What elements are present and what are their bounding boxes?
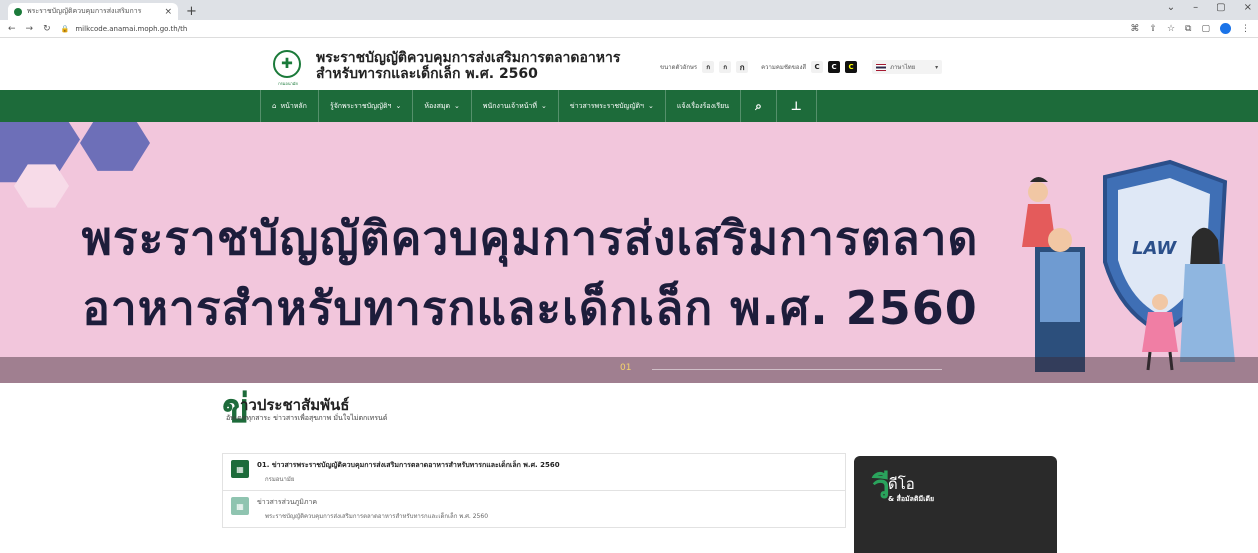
news-item-title: 01. ข่าวสารพระราชบัญญัติควบคุมการส่งเสริ… <box>257 461 560 469</box>
forward-icon[interactable]: → <box>26 24 34 34</box>
nav-officers[interactable]: พนักงานเจ้าหน้าที่ ⌄ <box>472 90 559 122</box>
share-icon[interactable]: ⇪ <box>1149 24 1157 34</box>
contrast-yellow-button[interactable]: C <box>845 61 858 73</box>
reload-icon[interactable]: ↻ <box>43 24 51 34</box>
video-media-panel[interactable]: วี ดีโอ & สื่อมัลติมีเดีย <box>854 456 1057 553</box>
search-icon[interactable]: ⌕ <box>741 90 777 122</box>
tab-close-icon[interactable]: × <box>164 7 172 17</box>
nav-home[interactable]: ⌂ หน้าหลัก <box>260 90 319 122</box>
accessibility-tools: ขนาดตัวอักษร ก ก ก ความคมชัดของสี C C C … <box>660 60 943 74</box>
site-title-line2: สำหรับทารกและเด็กเล็ก พ.ศ. 2560 <box>316 66 538 82</box>
font-size-small-button[interactable]: ก <box>702 61 715 73</box>
content-area: ข่ าวประชาสัมพันธ์ อัพเดททุกสาระ ข่าวสาร… <box>0 383 1258 553</box>
news-item-title: ข่าวสารส่วนภูมิภาค <box>257 498 318 506</box>
nav-complaint[interactable]: แจ้งเรื่องร้องเรียน <box>666 90 742 122</box>
nav-officers-label: พนักงานเจ้าหน้าที่ <box>482 101 538 110</box>
video-title: ดีโอ <box>888 475 915 493</box>
video-subtitle: & สื่อมัลติมีเดีย <box>888 495 935 503</box>
browser-tab[interactable]: พระราชบัญญัติควบคุมการส่งเสริมการ × <box>8 3 178 20</box>
nav-act-news[interactable]: ข่าวสารพระราชบัญญัติฯ ⌄ <box>559 90 666 122</box>
font-size-label: ขนาดตัวอักษร <box>660 64 698 71</box>
nav-home-label: หน้าหลัก <box>280 101 307 110</box>
url-text: milkcode.anamai.moph.go.th/th <box>75 24 188 33</box>
chevron-down-icon: ⌄ <box>395 102 402 110</box>
minimize-icon[interactable]: – <box>1193 2 1198 13</box>
family-law-illustration: LAW <box>1022 159 1235 372</box>
bookmark-star-icon[interactable]: ☆ <box>1167 24 1175 34</box>
back-icon[interactable]: ← <box>8 24 16 34</box>
browser-actions: ⌘ ⇪ ☆ ⧉ ▢ ⋮ <box>1130 23 1250 34</box>
url-field[interactable]: 🔒 milkcode.anamai.moph.go.th/th <box>61 25 1121 33</box>
building-icon: ▦ <box>231 460 249 478</box>
nav-act-news-label: ข่าวสารพระราชบัญญัติฯ <box>569 101 644 110</box>
hexagon-decoration <box>80 122 150 171</box>
news-subtitle: อัพเดททุกสาระ ข่าวสารเพื่อสุขภาพ มั่นใจไ… <box>226 414 388 422</box>
news-item[interactable]: ▦ 01. ข่าวสารพระราชบัญญัติควบคุมการส่งเส… <box>222 453 846 491</box>
main-nav: ⌂ หน้าหลัก รู้จักพระราชบัญญัติฯ ⌄ ห้องสม… <box>0 90 1258 122</box>
news-item[interactable]: ▦ ข่าวสารส่วนภูมิภาค พระราชบัญญัติควบคุม… <box>222 491 846 528</box>
menu-icon[interactable]: ⋮ <box>1241 24 1250 34</box>
close-window-icon[interactable]: × <box>1244 2 1252 13</box>
site-header: ✚ กรมอนามัย พระราชบัญญัติควบคุมการส่งเสร… <box>0 38 1258 90</box>
browser-tab-bar: พระราชบัญญัติควบคุมการส่งเสริมการ × + ⌄ … <box>0 0 1258 20</box>
site-title[interactable]: พระราชบัญญัติควบคุมการส่งเสริมการตลาดอาห… <box>316 50 620 82</box>
contrast-normal-button[interactable]: C <box>811 61 824 73</box>
chevron-down-icon: ⌄ <box>541 102 547 110</box>
nav-about-act-label: รู้จักพระราชบัญญัติฯ <box>329 101 392 110</box>
tab-search-icon[interactable]: ⌄ <box>1167 2 1175 13</box>
font-size-medium-button[interactable]: ก <box>719 61 732 73</box>
slide-progress-line <box>652 369 942 370</box>
nav-complaint-label: แจ้งเรื่องร้องเรียน <box>676 101 730 110</box>
slide-number[interactable]: 01 <box>620 363 631 373</box>
nav-library-label: ห้องสมุด <box>424 101 451 110</box>
profile-avatar[interactable] <box>1220 23 1231 34</box>
translate-icon[interactable]: ⌘ <box>1130 24 1139 34</box>
department-logo-icon[interactable]: ✚ <box>273 50 301 78</box>
new-tab-icon[interactable]: + <box>186 3 197 20</box>
logo-caption: กรมอนามัย <box>278 81 298 86</box>
news-item-source: พระราชบัญญัติควบคุมการส่งเสริมการตลาดอาห… <box>265 513 489 520</box>
maximize-icon[interactable]: ▢ <box>1216 2 1225 13</box>
contrast-dark-button[interactable]: C <box>828 61 841 73</box>
sidebar-icon[interactable]: ▢ <box>1201 24 1210 34</box>
window-controls: ⌄ – ▢ × <box>1167 2 1252 13</box>
chevron-down-icon: ⌄ <box>647 102 654 110</box>
thai-flag-icon <box>876 63 887 71</box>
nav-about-act[interactable]: รู้จักพระราชบัญญัติฯ ⌄ <box>319 90 414 122</box>
extensions-icon[interactable]: ⧉ <box>1185 24 1191 34</box>
hero-title-line1: พระราชบัญญัติควบคุมการส่งเสริมการตลาด <box>81 211 979 265</box>
shield-law-text: LAW <box>1132 238 1177 259</box>
font-size-large-button[interactable]: ก <box>736 61 749 73</box>
building-icon: ▦ <box>231 497 249 515</box>
hero-title-line2: อาหารสำหรับทารกและเด็กเล็ก พ.ศ. 2560 <box>82 281 978 335</box>
address-bar: ← → ↻ 🔒 milkcode.anamai.moph.go.th/th ⌘ … <box>0 20 1258 38</box>
lock-icon[interactable]: 🔒 <box>61 25 70 33</box>
chevron-down-icon: ▾ <box>935 63 939 71</box>
tab-title: พระราชบัญญัติควบคุมการส่งเสริมการ <box>27 7 142 15</box>
home-icon: ⌂ <box>272 102 277 110</box>
language-label: ภาษาไทย <box>890 64 916 71</box>
sitemap-icon[interactable]: ⊥ <box>777 90 817 122</box>
slider-bar: 01 <box>0 357 1258 383</box>
news-item-source: กรมอนามัย <box>265 476 295 483</box>
chevron-down-icon: ⌄ <box>454 102 460 110</box>
language-select[interactable]: ภาษาไทย ▾ <box>872 60 943 74</box>
hero-banner[interactable]: พระราชบัญญัติควบคุมการส่งเสริมการตลาด อา… <box>0 122 1258 383</box>
news-list: ▦ 01. ข่าวสารพระราชบัญญัติควบคุมการส่งเส… <box>222 453 846 528</box>
nav-library[interactable]: ห้องสมุด ⌄ <box>413 90 472 122</box>
contrast-label: ความคมชัดของสี <box>761 64 807 71</box>
site-favicon-icon <box>14 7 22 16</box>
site-title-line1: พระราชบัญญัติควบคุมการส่งเสริมการตลาดอาห… <box>316 50 621 66</box>
